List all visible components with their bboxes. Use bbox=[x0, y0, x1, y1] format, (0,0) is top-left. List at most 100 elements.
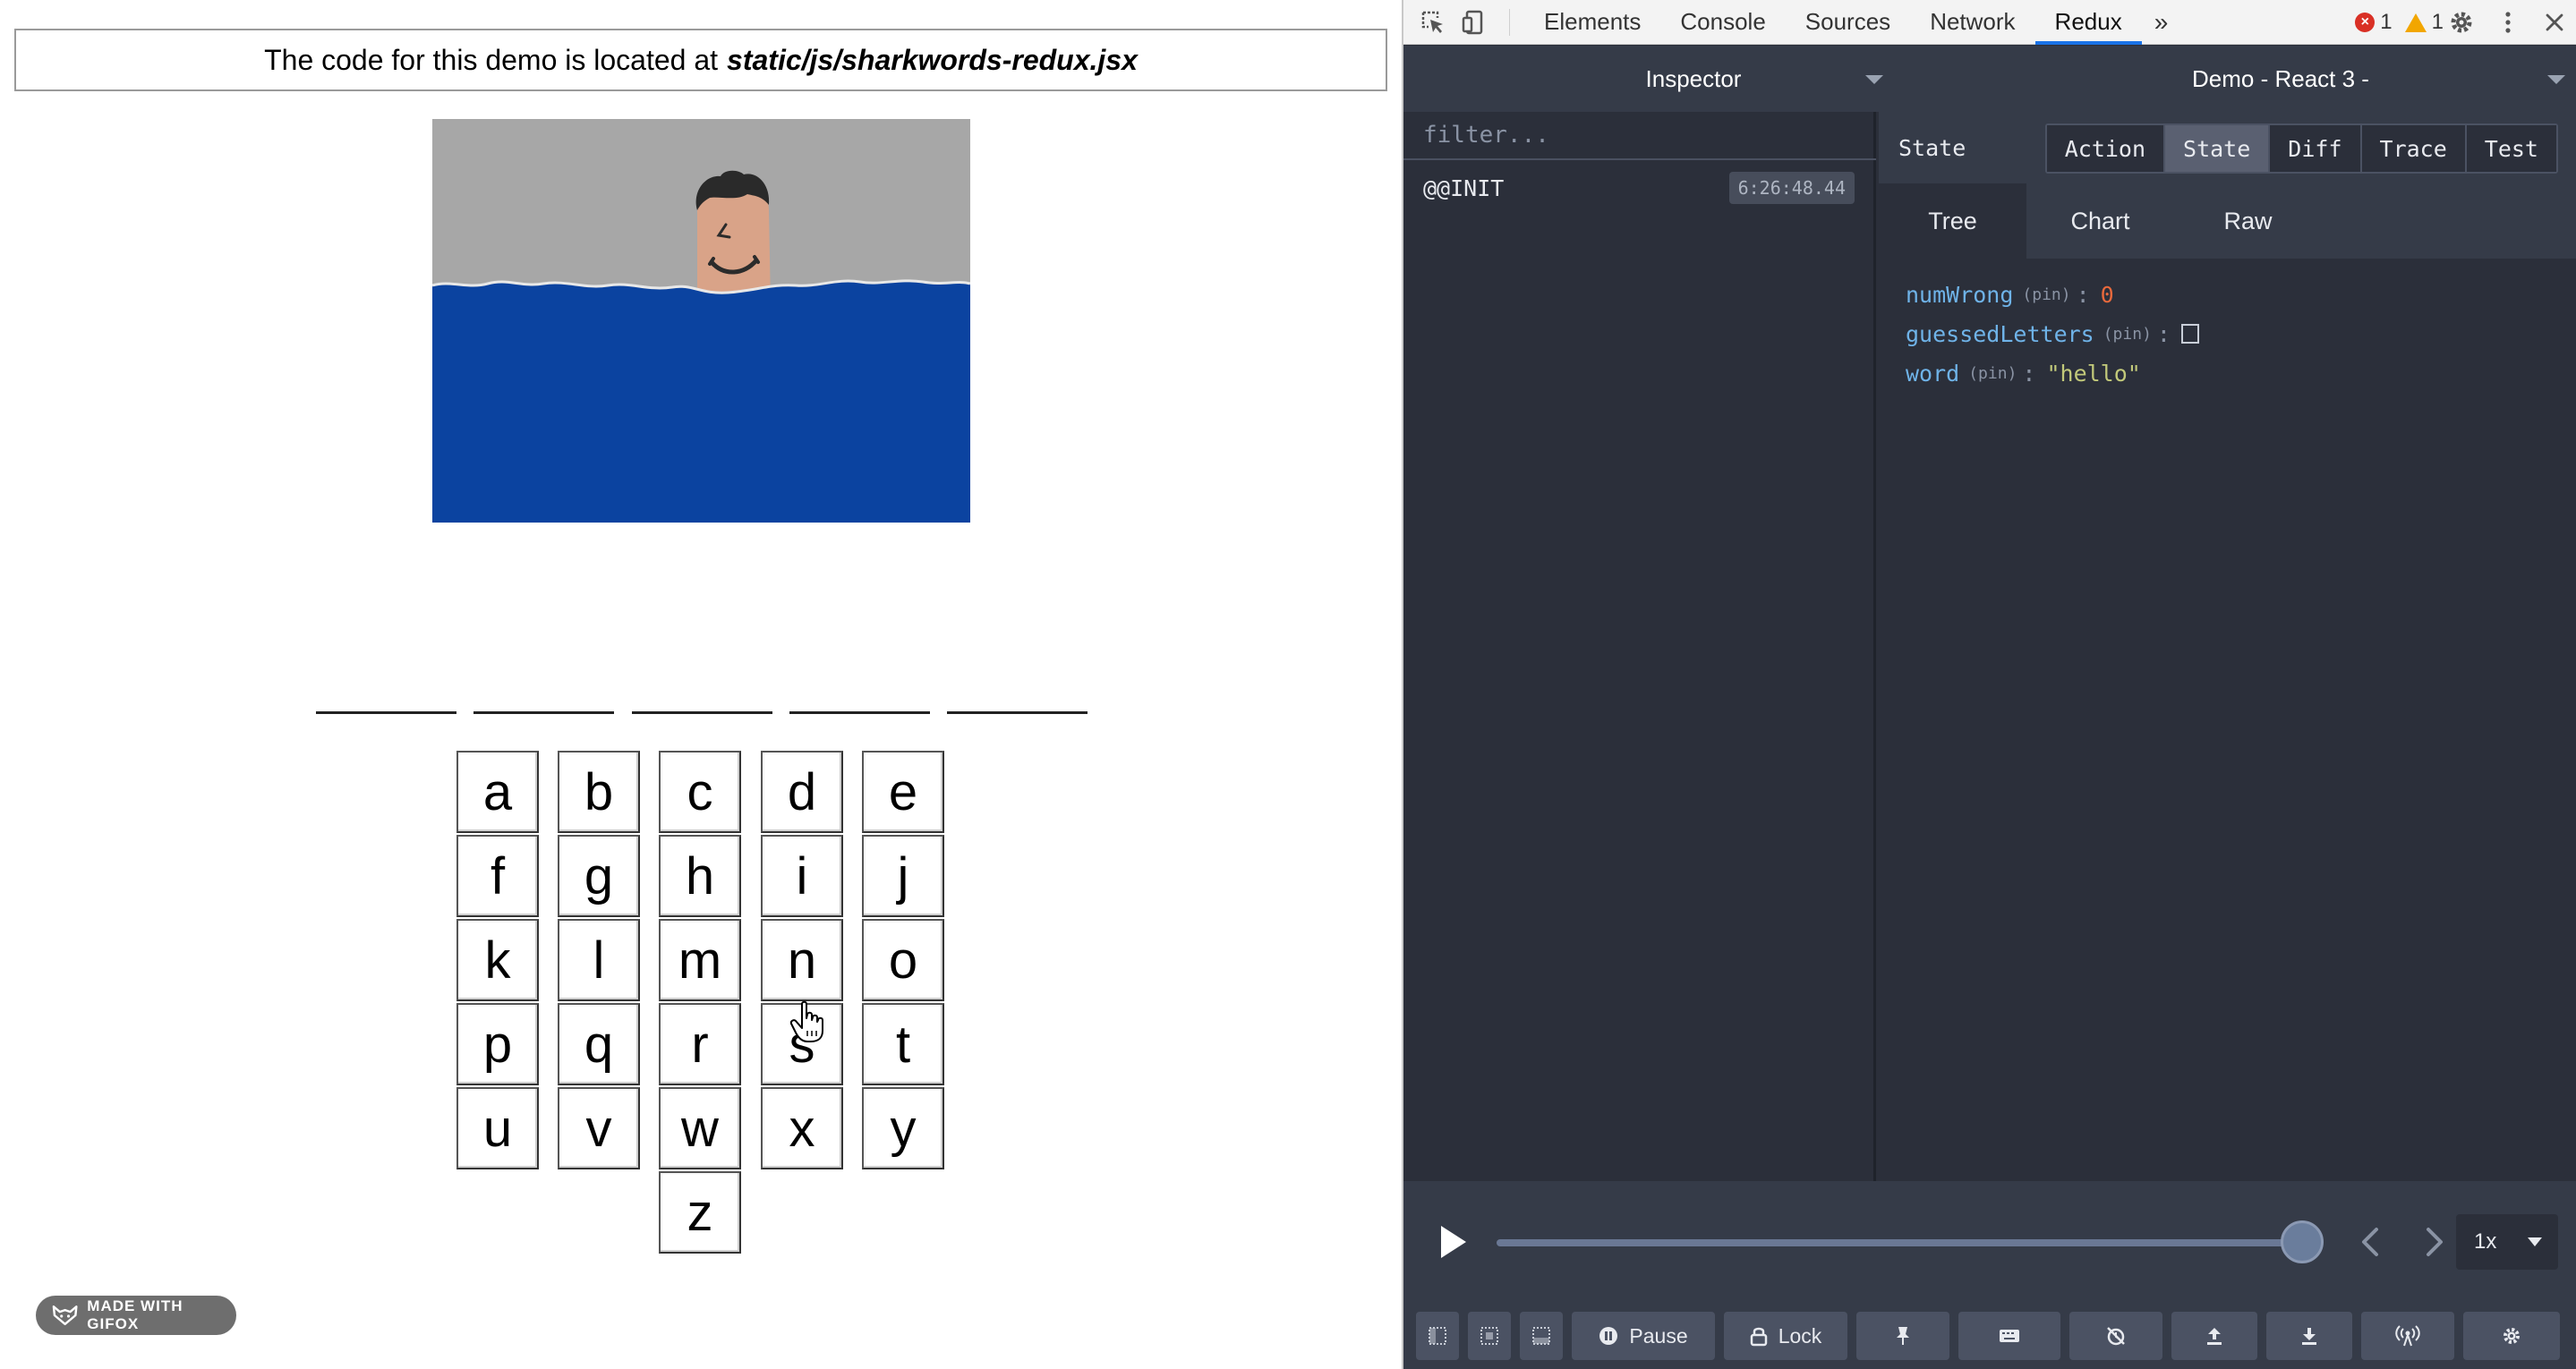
letter-button-n[interactable]: n bbox=[761, 919, 843, 1001]
letter-button-y[interactable]: y bbox=[862, 1087, 944, 1169]
letter-blank bbox=[316, 711, 456, 714]
action-tab-button[interactable]: Action bbox=[2046, 125, 2164, 172]
devtools-toolbar: Elements Console Sources Network Redux »… bbox=[1403, 0, 2576, 45]
tab-redux[interactable]: Redux bbox=[2034, 0, 2142, 45]
bottom-monitor-icon[interactable] bbox=[1520, 1312, 1563, 1360]
panel-title: State bbox=[1898, 134, 1966, 161]
letter-button-w[interactable]: w bbox=[659, 1087, 741, 1169]
play-icon[interactable] bbox=[1430, 1220, 1473, 1263]
state-tab-button[interactable]: State bbox=[2163, 125, 2269, 172]
action-name: @@INIT bbox=[1423, 174, 1505, 201]
pin-link[interactable]: (pin) bbox=[1968, 364, 2017, 383]
console-issue-counts[interactable]: × 1 1 bbox=[2355, 0, 2444, 45]
monitor-select-value: Inspector bbox=[1645, 64, 1742, 92]
tab-tree[interactable]: Tree bbox=[1879, 183, 2026, 259]
clear-history-button[interactable] bbox=[2069, 1312, 2162, 1360]
slider-track[interactable] bbox=[1497, 1239, 2302, 1246]
kebab-menu-icon[interactable] bbox=[2485, 2, 2531, 43]
chevron-down-icon bbox=[2547, 75, 2565, 84]
tab-elements[interactable]: Elements bbox=[1524, 0, 1660, 45]
warning-icon bbox=[2404, 13, 2427, 32]
badge-text: MADE WITH GIFOX bbox=[87, 1297, 183, 1332]
lock-label: Lock bbox=[1778, 1323, 1822, 1348]
instance-select[interactable]: Demo - React 3 - bbox=[1983, 46, 2576, 112]
inspector-topbar: State Action State Diff Trace Test bbox=[1879, 112, 2576, 183]
chevron-down-icon bbox=[2528, 1237, 2542, 1246]
import-button[interactable] bbox=[2266, 1312, 2352, 1360]
diff-tab-button[interactable]: Diff bbox=[2268, 125, 2360, 172]
slider-handle[interactable] bbox=[2281, 1220, 2324, 1263]
tab-console[interactable]: Console bbox=[1660, 0, 1785, 45]
action-list-item[interactable]: @@INIT 6:26:48.44 bbox=[1403, 160, 1876, 216]
letter-button-r[interactable]: r bbox=[659, 1003, 741, 1085]
lock-button[interactable]: Lock bbox=[1724, 1312, 1847, 1360]
letter-button-m[interactable]: m bbox=[659, 919, 741, 1001]
letter-button-b[interactable]: b bbox=[558, 751, 640, 833]
settings-gear-icon[interactable] bbox=[2438, 2, 2485, 43]
tab-sources[interactable]: Sources bbox=[1786, 0, 1910, 45]
pause-label: Pause bbox=[1629, 1323, 1688, 1348]
export-button[interactable] bbox=[2171, 1312, 2257, 1360]
letter-button-q[interactable]: q bbox=[558, 1003, 640, 1085]
remote-button[interactable] bbox=[2361, 1312, 2454, 1360]
letter-button-t[interactable]: t bbox=[862, 1003, 944, 1085]
water bbox=[432, 280, 970, 523]
letter-button-a[interactable]: a bbox=[456, 751, 539, 833]
letter-button-p[interactable]: p bbox=[456, 1003, 539, 1085]
inspect-element-icon[interactable] bbox=[1412, 2, 1454, 43]
letter-button-z[interactable]: z bbox=[659, 1171, 741, 1254]
banner-path: static/js/sharkwords-redux.jsx bbox=[727, 43, 1138, 76]
state-value: 0 bbox=[2100, 281, 2114, 308]
state-row-numwrong[interactable]: numWrong (pin) : 0 bbox=[1906, 275, 2576, 314]
person-head bbox=[695, 170, 771, 307]
pause-icon bbox=[1599, 1327, 1618, 1345]
state-view-tabs: Tree Chart Raw bbox=[1879, 183, 2576, 259]
close-icon[interactable] bbox=[2531, 2, 2576, 43]
gifox-logo-icon bbox=[52, 1305, 78, 1325]
chevron-down-icon bbox=[1865, 75, 1883, 84]
dispatcher-button[interactable] bbox=[1958, 1312, 2060, 1360]
letter-button-e[interactable]: e bbox=[862, 751, 944, 833]
letter-button-h[interactable]: h bbox=[659, 835, 741, 917]
action-filter-input[interactable]: filter... bbox=[1403, 112, 1876, 160]
pin-link[interactable]: (pin) bbox=[2103, 325, 2152, 344]
persist-button[interactable] bbox=[1856, 1312, 1949, 1360]
letter-button-c[interactable]: c bbox=[659, 751, 741, 833]
letter-button-v[interactable]: v bbox=[558, 1087, 640, 1169]
toolbar-divider bbox=[1509, 8, 1510, 36]
letter-button-d[interactable]: d bbox=[761, 751, 843, 833]
monitor-select[interactable]: Inspector bbox=[1403, 46, 1983, 112]
letter-button-f[interactable]: f bbox=[456, 835, 539, 917]
redux-footer-toolbar: Pause Lock bbox=[1403, 1303, 2576, 1369]
letter-blank bbox=[789, 711, 930, 714]
letter-button-j[interactable]: j bbox=[862, 835, 944, 917]
pause-button[interactable]: Pause bbox=[1572, 1312, 1715, 1360]
trace-tab-button[interactable]: Trace bbox=[2359, 125, 2465, 172]
left-monitor-icon[interactable] bbox=[1416, 1312, 1459, 1360]
letter-button-u[interactable]: u bbox=[456, 1087, 539, 1169]
letter-button-l[interactable]: l bbox=[558, 919, 640, 1001]
right-monitor-icon[interactable] bbox=[1468, 1312, 1511, 1360]
word-blanks bbox=[316, 711, 1088, 720]
shark-scene-image bbox=[432, 119, 970, 523]
state-row-word[interactable]: word (pin) : "hello" bbox=[1906, 353, 2576, 393]
tab-network[interactable]: Network bbox=[1910, 0, 2034, 45]
step-back-chevron-icon[interactable] bbox=[2349, 1219, 2392, 1265]
playback-speed-select[interactable]: 1x bbox=[2456, 1214, 2558, 1270]
more-tabs-chevron-icon[interactable]: » bbox=[2142, 8, 2181, 37]
test-tab-button[interactable]: Test bbox=[2464, 125, 2556, 172]
state-row-guessedletters[interactable]: guessedLetters (pin) : bbox=[1906, 314, 2576, 353]
tab-raw[interactable]: Raw bbox=[2174, 183, 2322, 259]
timer-off-icon bbox=[2107, 1327, 2125, 1346]
settings-gear-icon bbox=[2503, 1328, 2520, 1344]
letter-button-k[interactable]: k bbox=[456, 919, 539, 1001]
letter-button-o[interactable]: o bbox=[862, 919, 944, 1001]
step-forward-chevron-icon[interactable] bbox=[2413, 1219, 2456, 1265]
letter-button-i[interactable]: i bbox=[761, 835, 843, 917]
device-toolbar-icon[interactable] bbox=[1454, 2, 1495, 43]
pin-link[interactable]: (pin) bbox=[2022, 285, 2070, 304]
letter-button-x[interactable]: x bbox=[761, 1087, 843, 1169]
tab-chart[interactable]: Chart bbox=[2026, 183, 2174, 259]
letter-button-g[interactable]: g bbox=[558, 835, 640, 917]
settings-button[interactable] bbox=[2463, 1312, 2560, 1360]
